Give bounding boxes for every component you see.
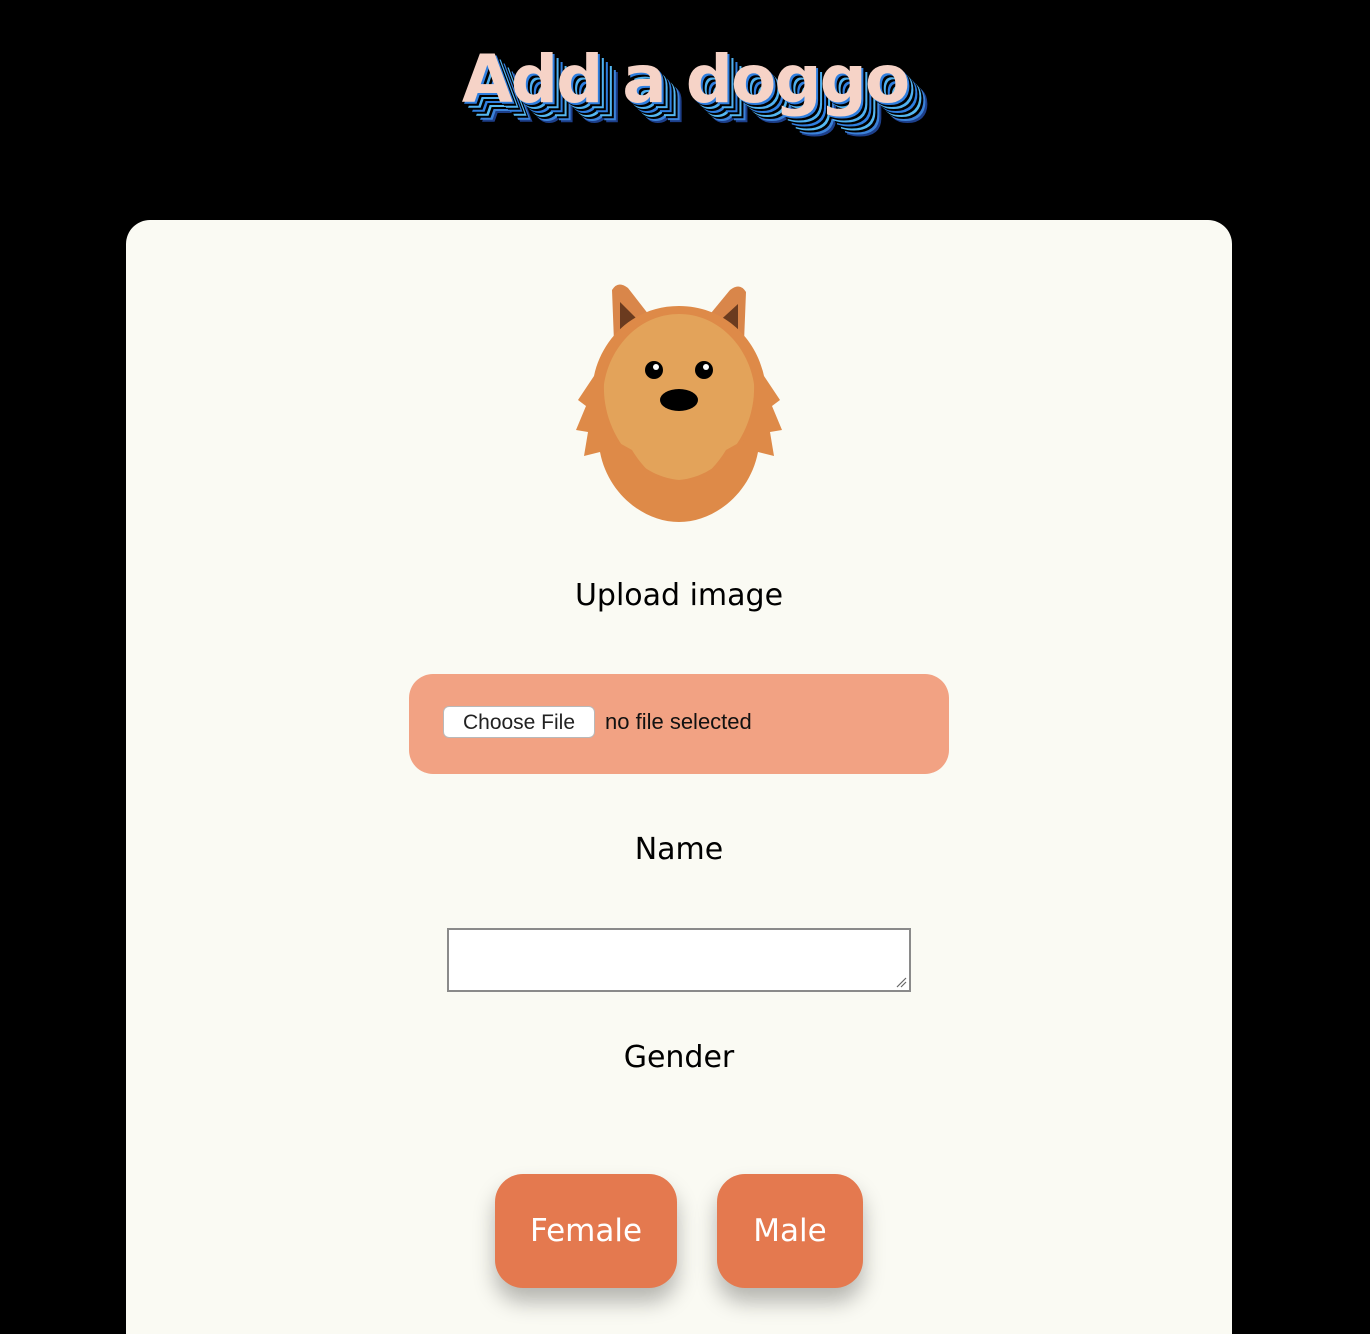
name-label: Name [634,832,724,867]
file-status-text: no file selected [605,709,752,734]
female-button[interactable]: Female [495,1174,677,1288]
choose-file-button[interactable]: Choose File [443,706,595,738]
pomeranian-face-icon [576,284,782,522]
add-doggo-form-card: Upload image Choose File no file selecte… [126,220,1232,1334]
file-upload-field[interactable]: Choose File no file selected [409,674,949,774]
male-button[interactable]: Male [717,1174,863,1288]
name-textarea[interactable] [447,928,911,992]
page-title: Add a doggo [461,41,910,118]
page: Add a doggo Upload image Choose File no … [0,0,1370,1334]
gender-label: Gender [623,1040,735,1075]
resize-grip-icon[interactable] [895,976,907,988]
upload-image-label: Upload image [574,578,784,613]
